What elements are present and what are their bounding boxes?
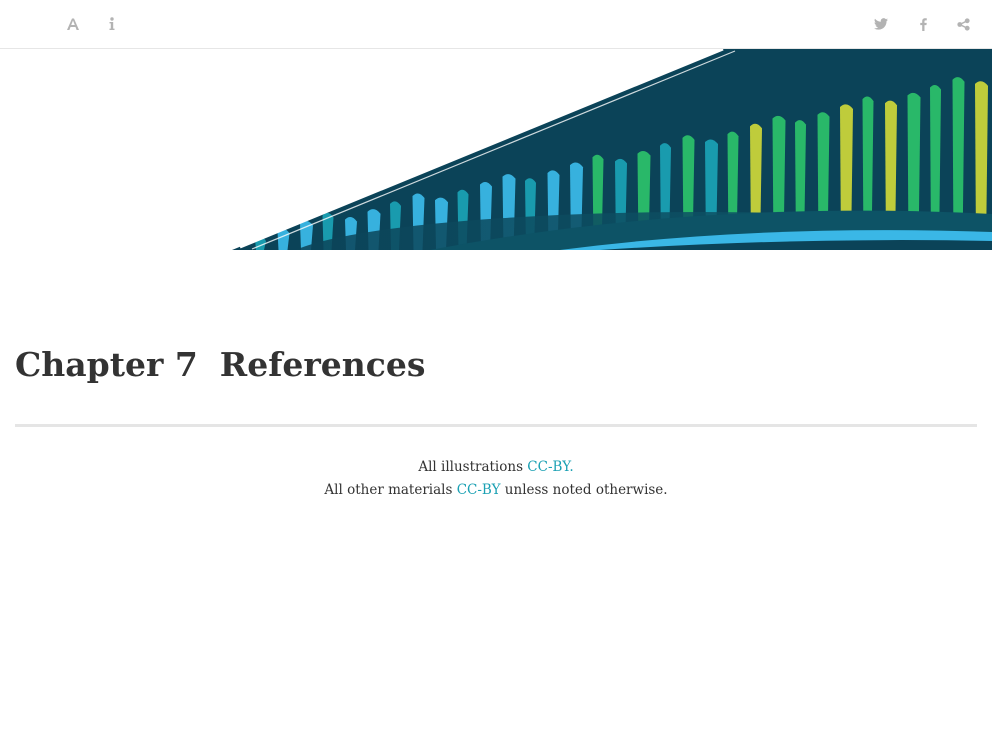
credits-line2-suffix: unless noted otherwise. <box>500 482 668 498</box>
font-settings-button[interactable] <box>61 11 85 37</box>
chapter-title-text: References <box>219 345 426 384</box>
twitter-icon <box>874 18 888 30</box>
share-icon <box>956 17 970 31</box>
credits-line2-text: All other materials <box>324 482 457 498</box>
credits-line-illustrations: All illustrations CC-BY. <box>0 456 992 479</box>
facebook-share-button[interactable] <box>911 11 935 37</box>
chapter-number: Chapter 7 <box>15 345 198 384</box>
page-title: Chapter 7 References <box>15 340 425 390</box>
share-button[interactable] <box>951 11 975 37</box>
cc-by-materials-link[interactable]: CC-BY <box>457 482 501 498</box>
title-divider <box>15 424 977 427</box>
facebook-icon <box>919 17 927 31</box>
cc-by-illustrations-link[interactable]: CC-BY. <box>527 459 573 475</box>
credits-line-materials: All other materials CC-BY unless noted o… <box>0 479 992 502</box>
info-icon <box>109 17 115 31</box>
chapter-banner-illustration <box>0 49 992 250</box>
credits-line1-text: All illustrations <box>418 459 528 475</box>
font-settings-icon <box>66 17 80 31</box>
book-toolbar <box>0 0 992 49</box>
twitter-share-button[interactable] <box>869 11 893 37</box>
license-credits: All illustrations CC-BY. All other mater… <box>0 456 992 502</box>
info-button[interactable] <box>100 11 124 37</box>
